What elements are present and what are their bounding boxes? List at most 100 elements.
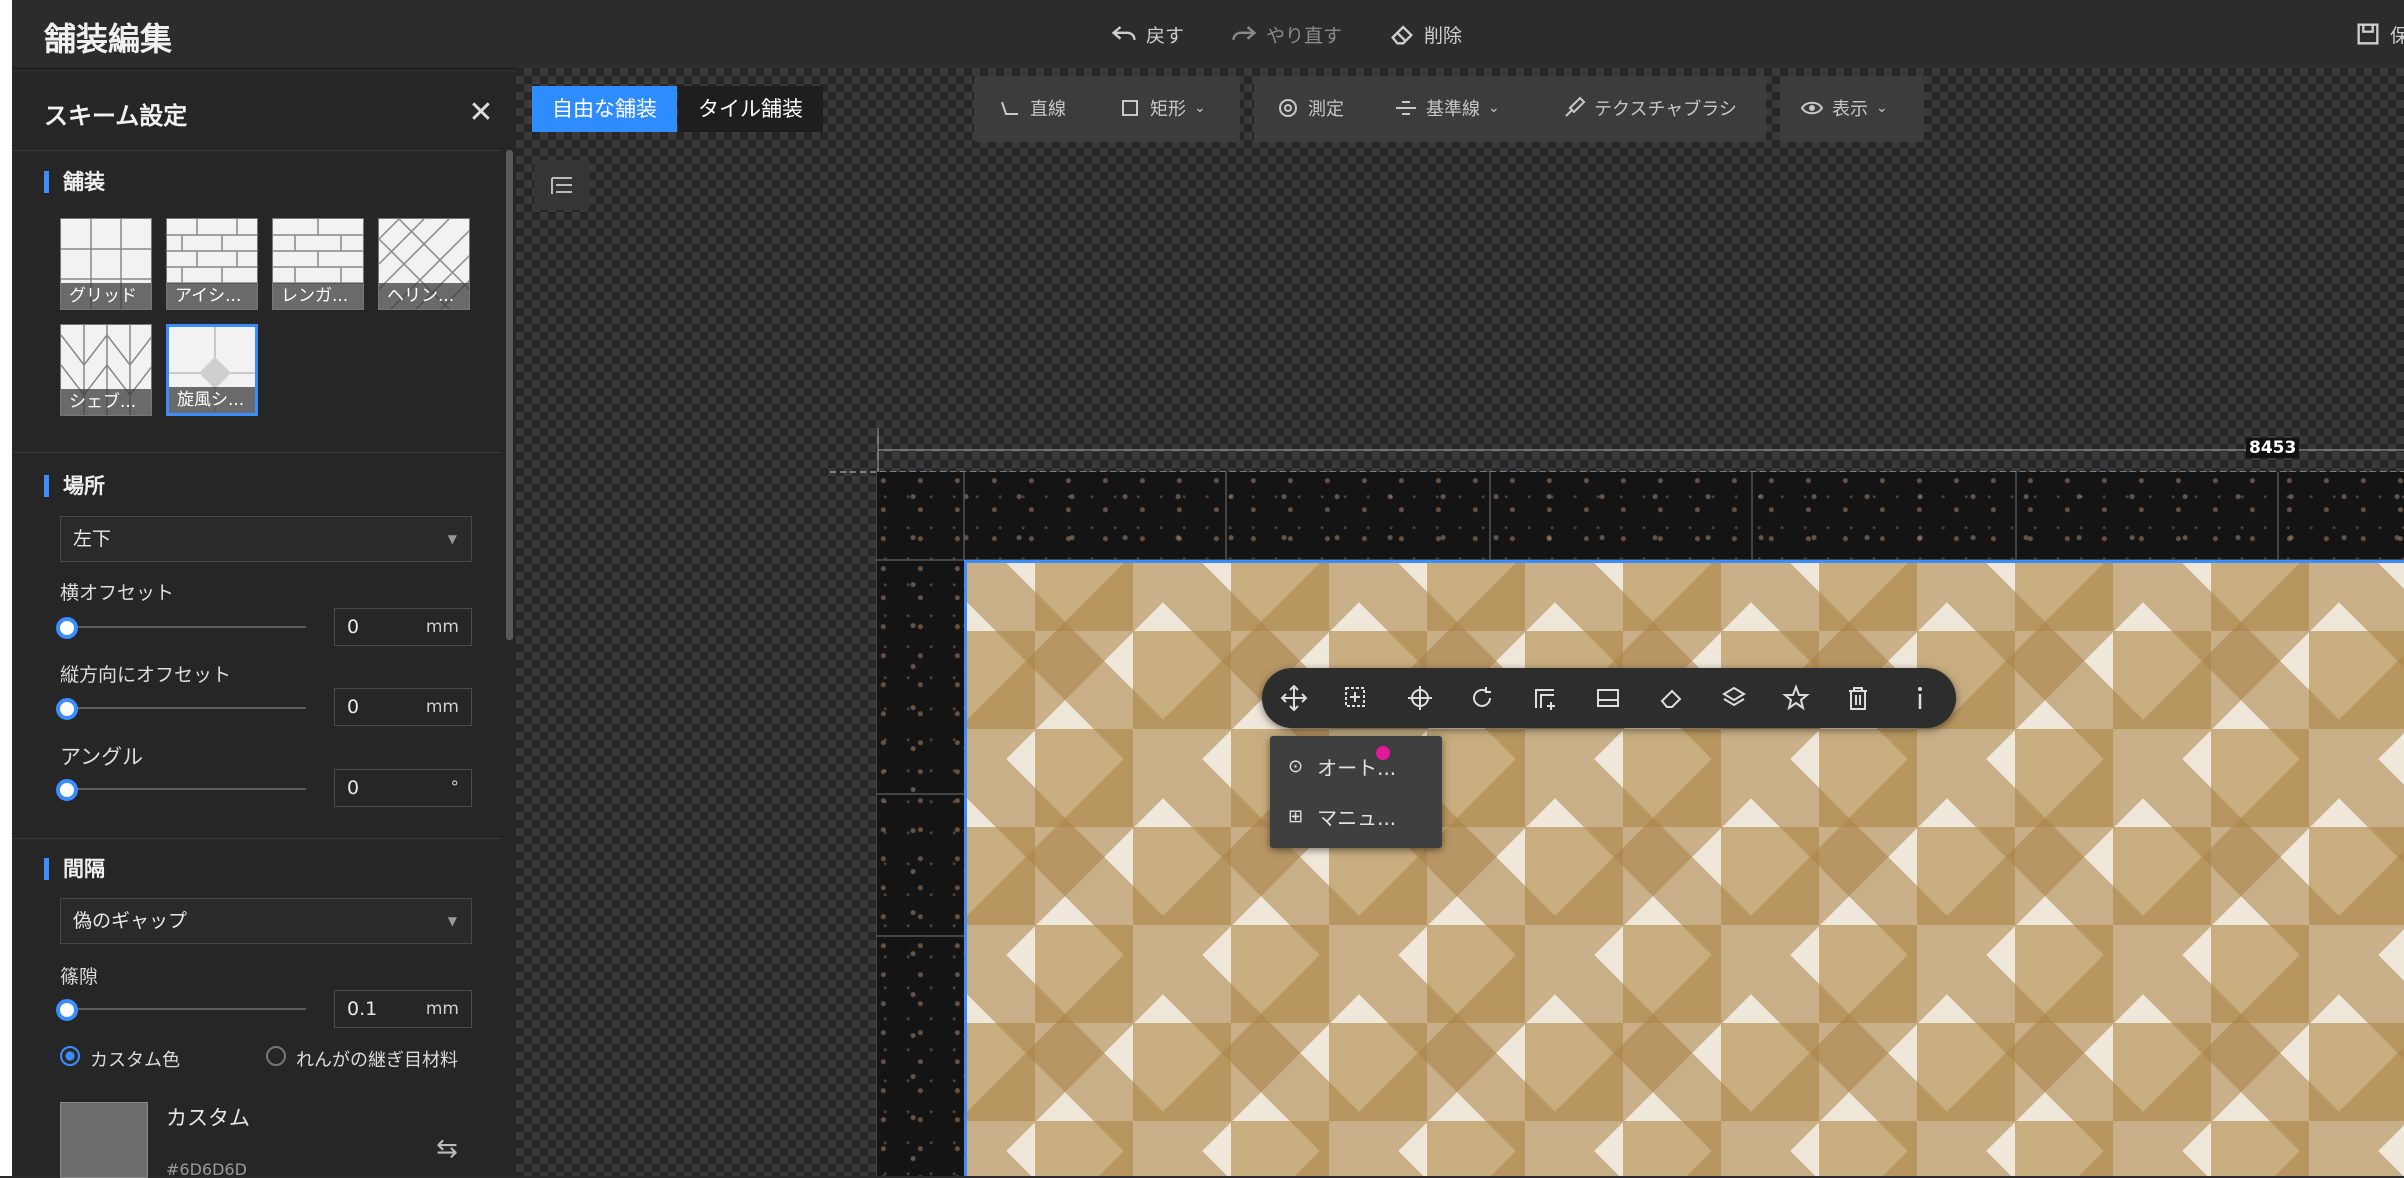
save-icon — [2357, 23, 2379, 45]
tape-measure-icon — [1279, 99, 1297, 117]
panel-title: スキーム設定 — [44, 102, 188, 130]
view-tool-button[interactable]: 表示 ⌄ — [1800, 92, 1888, 124]
pattern-tile-chevron[interactable]: シェブ... — [60, 324, 152, 416]
eraser-icon[interactable] — [1658, 684, 1686, 712]
save-button[interactable]: 保 — [2354, 18, 2404, 50]
close-icon[interactable]: ✕ — [466, 98, 496, 128]
undo-button[interactable]: 戻す — [1110, 18, 1184, 50]
custom-color-label: カスタム — [166, 1106, 250, 1130]
rectangle-tool-label: 矩形 — [1150, 99, 1186, 120]
line-tool-label: 直線 — [1030, 99, 1066, 120]
h-offset-slider[interactable] — [66, 626, 306, 628]
measure-tool-label: 測定 — [1308, 99, 1344, 120]
gap-type-value: 偽のギャップ — [73, 910, 188, 932]
section-location-title: 場所 — [44, 475, 105, 497]
selection-floating-toolbar — [1262, 668, 1956, 728]
chevron-down-icon: ▼ — [447, 914, 457, 928]
line-icon — [1001, 101, 1018, 115]
angle-slider[interactable] — [66, 788, 306, 790]
texture-brush-tool-button[interactable]: テクスチャブラシ — [1562, 92, 1737, 124]
h-offset-input[interactable]: 0 mm — [334, 608, 472, 646]
gap-type-select[interactable]: 偽のギャップ ▼ — [60, 898, 472, 944]
redo-label: やり直す — [1266, 24, 1343, 47]
redo-icon — [1232, 26, 1257, 41]
color-swatch[interactable] — [60, 1102, 148, 1178]
chevron-down-icon: ▼ — [447, 532, 457, 546]
custom-color-hex: #6D6D6D — [166, 1160, 247, 1176]
texture-brush-tool-label: テクスチャブラシ — [1594, 99, 1737, 120]
redo-button[interactable]: やり直す — [1230, 18, 1342, 50]
divider — [12, 452, 502, 453]
mode-tile-paving-tab[interactable]: タイル舗装 — [678, 86, 823, 132]
line-tool-button[interactable]: 直線 — [998, 92, 1066, 124]
h-offset-slider-handle[interactable] — [56, 617, 78, 639]
gap-input[interactable]: 0.1 mm — [334, 990, 472, 1028]
align-select-icon[interactable] — [1342, 684, 1370, 712]
v-offset-slider[interactable] — [66, 707, 306, 709]
info-icon[interactable] — [1906, 684, 1934, 712]
pattern-tile-brick[interactable]: レンガ... — [272, 218, 364, 310]
delete-button[interactable]: 削除 — [1388, 18, 1462, 50]
gap-slider[interactable] — [66, 1008, 306, 1010]
tile-label: グリッド — [61, 283, 151, 309]
auto-align-icon: ⊙ — [1288, 755, 1304, 777]
location-select[interactable]: 左下 ▼ — [60, 516, 472, 562]
mode-free-paving-tab[interactable]: 自由な舗装 — [532, 86, 677, 132]
pattern-tile-ashlar[interactable]: アイシ... — [166, 218, 258, 310]
tile-label: アイシ... — [167, 283, 257, 309]
gap-slider-handle[interactable] — [56, 999, 78, 1021]
paved-floor-area[interactable] — [964, 560, 2404, 1176]
chevron-down-icon: ⌄ — [1194, 100, 1206, 116]
radio-custom-color[interactable] — [60, 1046, 80, 1066]
save-label: 保 — [2390, 24, 2404, 47]
unit-label: ° — [450, 778, 460, 798]
angle-slider-handle[interactable] — [56, 779, 78, 801]
crosshair-icon[interactable] — [1406, 684, 1434, 712]
move-icon[interactable] — [1280, 684, 1308, 712]
layers-icon[interactable] — [1720, 684, 1748, 712]
location-select-value: 左下 — [73, 528, 112, 550]
baseline-tool-button[interactable]: 基準線 ⌄ — [1394, 92, 1500, 124]
rotate-icon[interactable] — [1468, 684, 1496, 712]
v-offset-input[interactable]: 0 mm — [334, 688, 472, 726]
panel-scrollbar[interactable] — [506, 150, 513, 640]
border-icon[interactable] — [1594, 684, 1622, 712]
gap-label: 篠隙 — [60, 966, 99, 988]
undo-icon — [1111, 26, 1136, 41]
header-bar — [0, 0, 2404, 69]
pattern-tile-grid[interactable]: グリッド — [60, 218, 152, 310]
pattern-tile-herringbone[interactable]: ヘリン... — [378, 218, 470, 310]
baseline-tool-label: 基準線 — [1426, 99, 1480, 120]
rectangle-icon — [1122, 100, 1138, 116]
h-offset-label: 横オフセット — [60, 582, 175, 604]
pattern-tile-whirlwind[interactable]: 旋風シ... — [166, 324, 258, 416]
window-edge — [0, 0, 12, 1176]
layer-list-button[interactable] — [534, 160, 590, 210]
eye-icon — [1800, 101, 1824, 115]
unit-label: mm — [425, 697, 459, 717]
measure-tool-button[interactable]: 測定 — [1276, 92, 1344, 124]
alignment-menu: ⊙ オート... ⊞ マニュ... — [1270, 736, 1442, 848]
divider — [12, 838, 502, 839]
brush-icon — [1565, 96, 1586, 117]
corner-add-icon[interactable] — [1532, 684, 1560, 712]
angle-input[interactable]: 0 ° — [334, 769, 472, 807]
menu-item-manual-label: マニュ... — [1317, 805, 1397, 830]
undo-label: 戻す — [1146, 24, 1185, 47]
page-title: 舗装編集 — [44, 20, 173, 58]
tile-label: シェブ... — [61, 389, 151, 415]
section-gap-title: 間隔 — [44, 858, 105, 880]
rectangle-tool-button[interactable]: 矩形 ⌄ — [1118, 92, 1206, 124]
v-offset-slider-handle[interactable] — [56, 698, 78, 720]
dimension-label: 8453 — [2246, 438, 2300, 458]
menu-item-manual[interactable]: ⊞ マニュ... — [1288, 796, 1396, 836]
eraser-icon — [1391, 25, 1413, 45]
star-icon[interactable] — [1782, 684, 1810, 712]
radio-brick-joint[interactable] — [266, 1046, 286, 1066]
v-offset-label: 縦方向にオフセット — [60, 664, 232, 686]
tile-label: ヘリン... — [379, 283, 469, 309]
trash-icon[interactable] — [1844, 684, 1872, 712]
swap-icon[interactable]: ⇆ — [436, 1134, 458, 1164]
section-paving-title: 舗装 — [44, 171, 105, 193]
angle-value: 0 — [347, 777, 360, 799]
